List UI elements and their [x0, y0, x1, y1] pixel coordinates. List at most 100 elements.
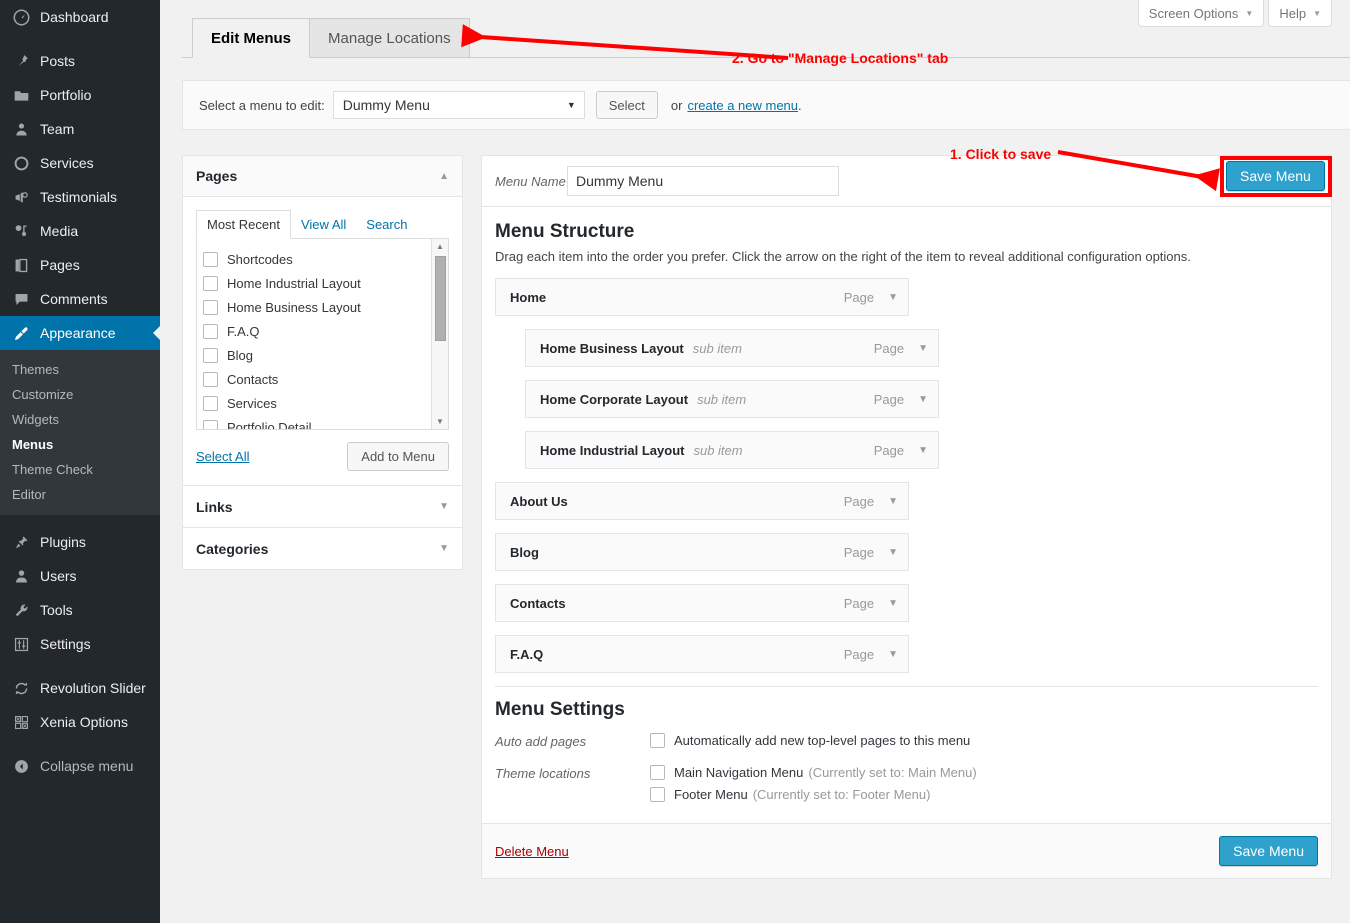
- page-checkbox-row[interactable]: Shortcodes: [203, 247, 448, 271]
- menu-selector-label: Select a menu to edit:: [199, 97, 325, 113]
- chevron-down-icon[interactable]: ▼: [888, 598, 898, 609]
- select-button[interactable]: Select: [595, 91, 658, 119]
- auto-add-pages-option[interactable]: Automatically add new top-level pages to…: [650, 733, 970, 748]
- menu-item-type: Page: [843, 289, 875, 305]
- page-checkbox-row[interactable]: Blog: [203, 343, 448, 367]
- menu-item-row[interactable]: Blog Page ▼: [495, 533, 909, 571]
- sidebar-collapse-menu[interactable]: Collapse menu: [0, 749, 160, 783]
- sidebar-item-xenia-options[interactable]: Xenia Options: [0, 705, 160, 739]
- sidebar-item-services[interactable]: Services: [0, 146, 160, 180]
- menu-item-row[interactable]: F.A.Q Page ▼: [495, 635, 909, 673]
- sidebar-item-users[interactable]: Users: [0, 559, 160, 593]
- menu-name-row: Menu Name: [482, 156, 1331, 207]
- sidebar-item-label: Team: [40, 121, 75, 137]
- chevron-down-icon[interactable]: ▼: [918, 394, 928, 405]
- pages-list-scrollbar[interactable]: ▲ ▼: [431, 239, 448, 429]
- sidebar-item-label: Xenia Options: [40, 714, 128, 730]
- menu-item-row[interactable]: About Us Page ▼: [495, 482, 909, 520]
- tab-manage-locations[interactable]: Manage Locations: [310, 18, 470, 58]
- save-menu-button-bottom[interactable]: Save Menu: [1219, 836, 1318, 866]
- sidebar-item-tools[interactable]: Tools: [0, 593, 160, 627]
- menu-name-input[interactable]: [567, 166, 839, 196]
- sidebar-item-comments[interactable]: Comments: [0, 282, 160, 316]
- checkbox-icon[interactable]: [203, 395, 218, 411]
- tab-view-all[interactable]: View All: [291, 211, 356, 238]
- sidebar-item-appearance[interactable]: Appearance: [0, 316, 161, 350]
- sidebar-item-portfolio[interactable]: Portfolio: [0, 78, 160, 112]
- page-checkbox-row[interactable]: Home Industrial Layout: [203, 271, 448, 295]
- menu-select-dropdown[interactable]: Dummy Menu ▼: [332, 91, 585, 119]
- menu-item-row[interactable]: Home Corporate Layout sub item Page ▼: [525, 380, 939, 418]
- chevron-up-icon[interactable]: ▲: [439, 171, 449, 182]
- theme-location-option[interactable]: Footer Menu (Currently set to: Footer Me…: [650, 787, 977, 802]
- page-checkbox-row[interactable]: Services: [203, 391, 448, 415]
- checkbox-icon[interactable]: [650, 765, 665, 780]
- checkbox-icon[interactable]: [203, 419, 218, 429]
- submenu-item-themes[interactable]: Themes: [0, 357, 160, 382]
- theme-location-option[interactable]: Main Navigation Menu (Currently set to: …: [650, 765, 977, 780]
- checkbox-icon[interactable]: [203, 299, 218, 315]
- tab-edit-menus[interactable]: Edit Menus: [192, 18, 311, 58]
- sidebar-item-settings[interactable]: Settings: [0, 627, 160, 661]
- checkbox-icon[interactable]: [203, 371, 218, 387]
- page-checkbox-row[interactable]: Contacts: [203, 367, 448, 391]
- pages-panel-header[interactable]: Pages ▲: [183, 156, 462, 197]
- sidebar-item-testimonials[interactable]: Testimonials: [0, 180, 160, 214]
- menu-item-type: Page: [873, 442, 905, 458]
- menu-item-label: Home Industrial Layout: [540, 442, 685, 458]
- chevron-down-icon[interactable]: ▼: [439, 543, 449, 554]
- pages-checkbox-list[interactable]: Shortcodes Home Industrial Layout Home B…: [196, 238, 449, 430]
- save-menu-button-top-wrapper: Save Menu: [1226, 161, 1325, 191]
- chevron-down-icon[interactable]: ▼: [888, 496, 898, 507]
- tab-search[interactable]: Search: [356, 211, 417, 238]
- save-menu-button-top[interactable]: Save Menu: [1226, 161, 1325, 191]
- links-panel-header[interactable]: Links ▼: [183, 486, 462, 527]
- sidebar-item-posts[interactable]: Posts: [0, 44, 160, 78]
- menu-item-subitem-tag: sub item: [697, 391, 747, 407]
- checkbox-icon[interactable]: [650, 733, 665, 748]
- menu-item-row[interactable]: Home Business Layout sub item Page ▼: [525, 329, 939, 367]
- chevron-down-icon[interactable]: ▼: [918, 445, 928, 456]
- pages-panel-tabs: Most Recent View All Search: [196, 209, 449, 239]
- chevron-down-icon[interactable]: ▼: [888, 547, 898, 558]
- page-checkbox-row[interactable]: F.A.Q: [203, 319, 448, 343]
- categories-panel-header[interactable]: Categories ▼: [183, 528, 462, 569]
- checkbox-icon[interactable]: [203, 275, 218, 291]
- submenu-item-widgets[interactable]: Widgets: [0, 407, 160, 432]
- submenu-item-theme-check[interactable]: Theme Check: [0, 457, 160, 482]
- page-checkbox-row[interactable]: Home Business Layout: [203, 295, 448, 319]
- checkbox-icon[interactable]: [203, 347, 218, 363]
- sidebar-item-label: Posts: [40, 53, 76, 69]
- sidebar-item-revolution-slider[interactable]: Revolution Slider: [0, 671, 160, 705]
- menu-item-row[interactable]: Home Industrial Layout sub item Page ▼: [525, 431, 939, 469]
- add-to-menu-button[interactable]: Add to Menu: [347, 442, 449, 471]
- checkbox-icon[interactable]: [650, 787, 665, 802]
- chevron-down-icon[interactable]: ▼: [888, 649, 898, 660]
- sidebar-item-label: Pages: [40, 257, 80, 273]
- chevron-down-icon[interactable]: ▼: [888, 292, 898, 303]
- scroll-down-icon[interactable]: ▼: [432, 414, 448, 429]
- checkbox-icon[interactable]: [203, 251, 218, 267]
- submenu-item-editor[interactable]: Editor: [0, 482, 160, 507]
- screen-options-button[interactable]: Screen Options ▼: [1137, 0, 1265, 27]
- create-new-menu-link[interactable]: create a new menu: [687, 98, 798, 113]
- scroll-up-icon[interactable]: ▲: [432, 239, 448, 254]
- help-button[interactable]: Help ▼: [1268, 0, 1332, 27]
- chevron-down-icon[interactable]: ▼: [918, 343, 928, 354]
- select-all-link[interactable]: Select All: [196, 449, 249, 464]
- checkbox-icon[interactable]: [203, 323, 218, 339]
- sidebar-item-media[interactable]: Media: [0, 214, 160, 248]
- sidebar-item-dashboard[interactable]: Dashboard: [0, 0, 160, 34]
- chevron-down-icon[interactable]: ▼: [439, 501, 449, 512]
- sidebar-item-pages[interactable]: Pages: [0, 248, 160, 282]
- submenu-item-customize[interactable]: Customize: [0, 382, 160, 407]
- sidebar-item-team[interactable]: Team: [0, 112, 160, 146]
- scrollbar-thumb[interactable]: [435, 256, 446, 341]
- page-checkbox-row[interactable]: Portfolio Detail: [203, 415, 448, 429]
- sidebar-item-plugins[interactable]: Plugins: [0, 525, 160, 559]
- submenu-item-menus[interactable]: Menus: [0, 432, 160, 457]
- menu-item-row[interactable]: Contacts Page ▼: [495, 584, 909, 622]
- tab-most-recent[interactable]: Most Recent: [196, 210, 291, 239]
- delete-menu-link[interactable]: Delete Menu: [495, 844, 569, 859]
- menu-item-row[interactable]: Home Page ▼: [495, 278, 909, 316]
